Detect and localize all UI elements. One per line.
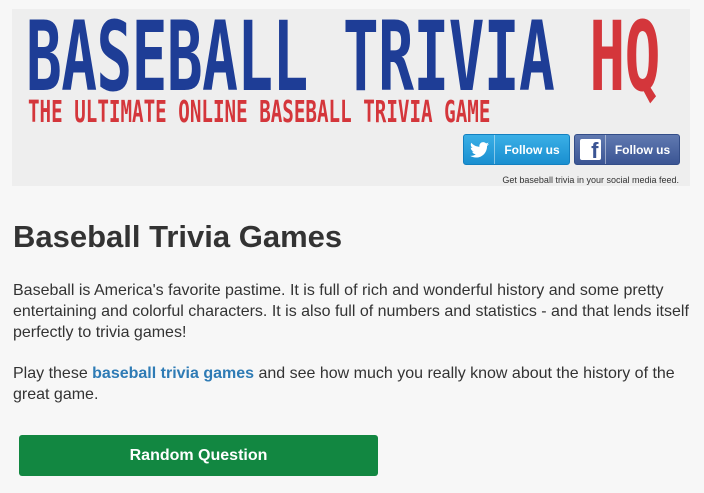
- facebook-icon: f: [575, 135, 606, 164]
- intro-paragraph: Baseball is America's favorite pastime. …: [13, 282, 689, 341]
- page-title: Baseball Trivia Games: [13, 219, 343, 254]
- twitter-follow-button[interactable]: Follow us: [463, 134, 570, 165]
- twitter-follow-label: Follow us: [504, 142, 560, 157]
- facebook-icon-glyph: f: [591, 139, 599, 161]
- facebook-icon-square: f: [579, 139, 601, 161]
- facebook-follow-button[interactable]: f Follow us: [574, 134, 680, 165]
- play-paragraph: Play these baseball trivia games and see…: [13, 363, 695, 405]
- baseball-trivia-games-link[interactable]: baseball trivia games: [92, 365, 254, 382]
- site-logo-tagline: THE ULTIMATE ONLINE BASEBALL TRIVIA GAME: [28, 95, 491, 130]
- site-logo-title[interactable]: BASEBALL TRIVIA HQ: [26, 9, 660, 105]
- random-question-button[interactable]: Random Question: [19, 435, 378, 476]
- social-caption: Get baseball trivia in your social media…: [502, 175, 679, 185]
- logo-title-accent: HQ: [589, 1, 660, 113]
- facebook-follow-label: Follow us: [614, 142, 671, 157]
- header-banner: BASEBALL TRIVIA HQ THE ULTIMATE ONLINE B…: [12, 9, 690, 186]
- play-text-prefix: Play these: [13, 365, 93, 382]
- twitter-bird-icon: [464, 135, 495, 164]
